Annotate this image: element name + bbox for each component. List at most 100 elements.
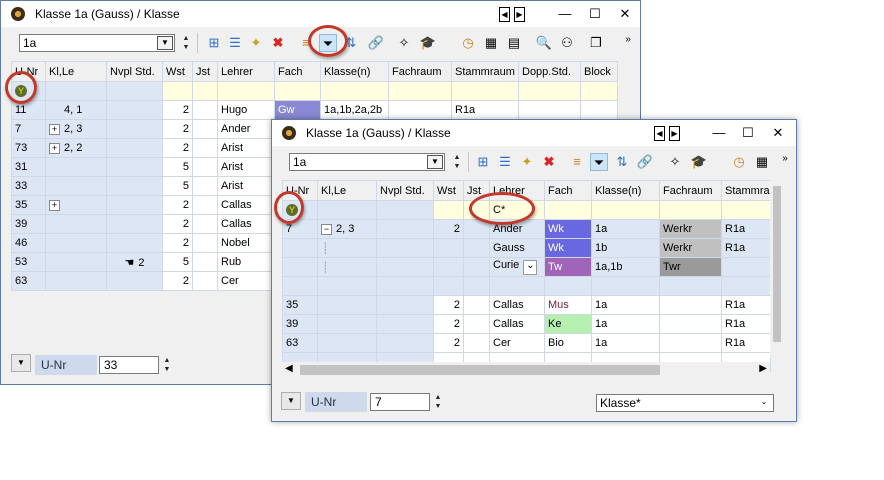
column-header[interactable]: Block [580, 61, 618, 82]
graduation-cap-icon[interactable]: 🎓 [690, 153, 708, 171]
table-row[interactable]: 39 2 Callas Ke 1a R1a [282, 314, 771, 334]
filter-cell[interactable] [388, 81, 452, 101]
scroll-thumb[interactable] [773, 186, 781, 342]
prev-record-button[interactable]: ◀ [499, 7, 510, 22]
magic-wand-icon[interactable]: ✧ [666, 153, 684, 171]
new-sparkle-icon[interactable]: ✦ [518, 153, 536, 171]
grid-icon[interactable]: ▤ [505, 34, 523, 52]
filter-cell[interactable] [317, 200, 377, 220]
table-row[interactable]: 11 4, 1 2 Hugo Gw 1a,1b,2a,2b R1a [11, 100, 618, 120]
column-header[interactable]: Fach [274, 61, 321, 82]
column-header[interactable]: Kl,Le [317, 180, 377, 201]
filter-cell[interactable] [591, 200, 660, 220]
close-button[interactable]: ✕ [615, 5, 635, 23]
filter-cell[interactable] [451, 81, 519, 101]
filter-cell[interactable] [106, 81, 163, 101]
column-header[interactable]: Kl,Le [45, 61, 107, 82]
filter-cell[interactable] [433, 200, 464, 220]
more-icon[interactable]: » [776, 150, 794, 168]
column-header[interactable]: Fachraum [659, 180, 722, 201]
next-record-button[interactable]: ▶ [514, 7, 525, 22]
magic-wand-icon[interactable]: ✧ [395, 34, 413, 52]
scroll-right-icon[interactable]: ▶ [759, 363, 767, 374]
table-row[interactable]: ┊ Curie ⌄ Tw 1a,1b Twr [282, 257, 771, 277]
new-row-icon[interactable]: ⊞ [474, 153, 492, 171]
sort-icon[interactable]: ≡ [568, 153, 586, 171]
column-header[interactable]: Wst [433, 180, 464, 201]
filter-cell[interactable] [518, 81, 581, 101]
table-row[interactable]: 63 2 Cer Bio 1a R1a [282, 333, 771, 353]
prev-record-button[interactable]: ◀ [654, 126, 665, 141]
list-icon[interactable]: ☰ [226, 34, 244, 52]
scroll-thumb[interactable] [300, 365, 660, 375]
filter-cell[interactable] [192, 81, 218, 101]
column-header[interactable]: Lehrer [217, 61, 275, 82]
column-header[interactable]: Jst [192, 61, 218, 82]
filter-row[interactable]: Y [11, 81, 618, 101]
chevron-down-icon[interactable]: ⌄ [756, 396, 772, 410]
windows-icon[interactable]: ❐ [587, 34, 605, 52]
clock-icon[interactable]: ◷ [459, 34, 477, 52]
column-header[interactable]: Nvpl Std. [106, 61, 163, 82]
column-header[interactable]: Klasse(n) [320, 61, 389, 82]
class-combo[interactable]: 1a ▼ [289, 153, 445, 171]
chevron-down-icon[interactable]: ▼ [281, 392, 301, 410]
filter-cell[interactable] [320, 81, 389, 101]
link-icon[interactable]: 🔗 [636, 153, 654, 171]
filter-cell[interactable] [217, 81, 275, 101]
minimize-button[interactable]: — [709, 124, 729, 142]
delete-icon[interactable]: ✖ [269, 34, 287, 52]
view-combo[interactable]: Klasse* ⌄ [596, 394, 774, 412]
expand-icon[interactable]: + [49, 143, 60, 154]
table-row[interactable]: 35 2 Callas Mus 1a R1a [282, 295, 771, 315]
maximize-button[interactable]: ☐ [585, 5, 605, 23]
filter-cell[interactable] [45, 81, 107, 101]
column-header[interactable]: Fachraum [388, 61, 452, 82]
filter-cell[interactable] [721, 200, 771, 220]
new-row-icon[interactable]: ⊞ [205, 34, 223, 52]
chevron-down-icon[interactable]: ▼ [11, 354, 31, 372]
minimize-button[interactable]: — [555, 5, 575, 23]
filter-cell[interactable] [544, 200, 592, 220]
timetable-icon[interactable]: ▦ [753, 153, 771, 171]
search-icon[interactable]: 🔍 [535, 34, 553, 52]
class-spinner[interactable]: ▲ ▼ [181, 34, 191, 52]
more-icon[interactable]: » [619, 31, 637, 49]
chevron-down-icon[interactable]: ▼ [427, 155, 443, 169]
column-header[interactable]: Klasse(n) [591, 180, 660, 201]
scroll-left-icon[interactable]: ◀ [285, 363, 293, 374]
column-header[interactable]: Stammrau [721, 180, 771, 201]
table-row[interactable]: ┊ Gauss Wk 1b Werkr R1a [282, 238, 771, 258]
users-icon[interactable]: ⚇ [558, 34, 576, 52]
expand-icon[interactable]: + [49, 200, 60, 211]
class-combo[interactable]: 1a ▼ [19, 34, 175, 52]
filter-cell[interactable] [580, 81, 618, 101]
link-icon[interactable]: 🔗 [367, 34, 385, 52]
filter-cell[interactable] [659, 200, 722, 220]
vertical-scrollbar[interactable] [770, 180, 784, 358]
list-icon[interactable]: ☰ [496, 153, 514, 171]
column-header[interactable]: Stammraum [451, 61, 519, 82]
collapse-icon[interactable]: − [321, 224, 332, 235]
column-header[interactable]: Wst [162, 61, 193, 82]
expand-icon[interactable]: + [49, 124, 60, 135]
chevron-down-icon[interactable]: ⌄ [523, 260, 538, 275]
maximize-button[interactable]: ☐ [738, 124, 758, 142]
filter-cell[interactable] [376, 200, 434, 220]
column-header[interactable]: Dopp.Std. [518, 61, 581, 82]
graduation-cap-icon[interactable]: 🎓 [419, 34, 437, 52]
next-record-button[interactable]: ▶ [669, 126, 680, 141]
horizontal-scrollbar[interactable]: ◀ ▶ [282, 362, 770, 378]
filter-cell[interactable] [274, 81, 321, 101]
timetable-icon[interactable]: ▦ [482, 34, 500, 52]
column-header[interactable]: Fach [544, 180, 592, 201]
class-spinner[interactable]: ▲ ▼ [452, 153, 462, 171]
unr-spinner[interactable]: ▲ ▼ [433, 393, 443, 411]
table-row[interactable]: 7−2, 3 2 Ander Wk 1a Werkr R1a [282, 219, 771, 239]
unr-input[interactable]: 7 [370, 393, 430, 411]
filter-icon[interactable]: ⏷ [590, 153, 608, 171]
clock-icon[interactable]: ◷ [730, 153, 748, 171]
column-header[interactable]: Nvpl Std. [376, 180, 434, 201]
close-button[interactable]: ✕ [768, 124, 788, 142]
delete-icon[interactable]: ✖ [540, 153, 558, 171]
